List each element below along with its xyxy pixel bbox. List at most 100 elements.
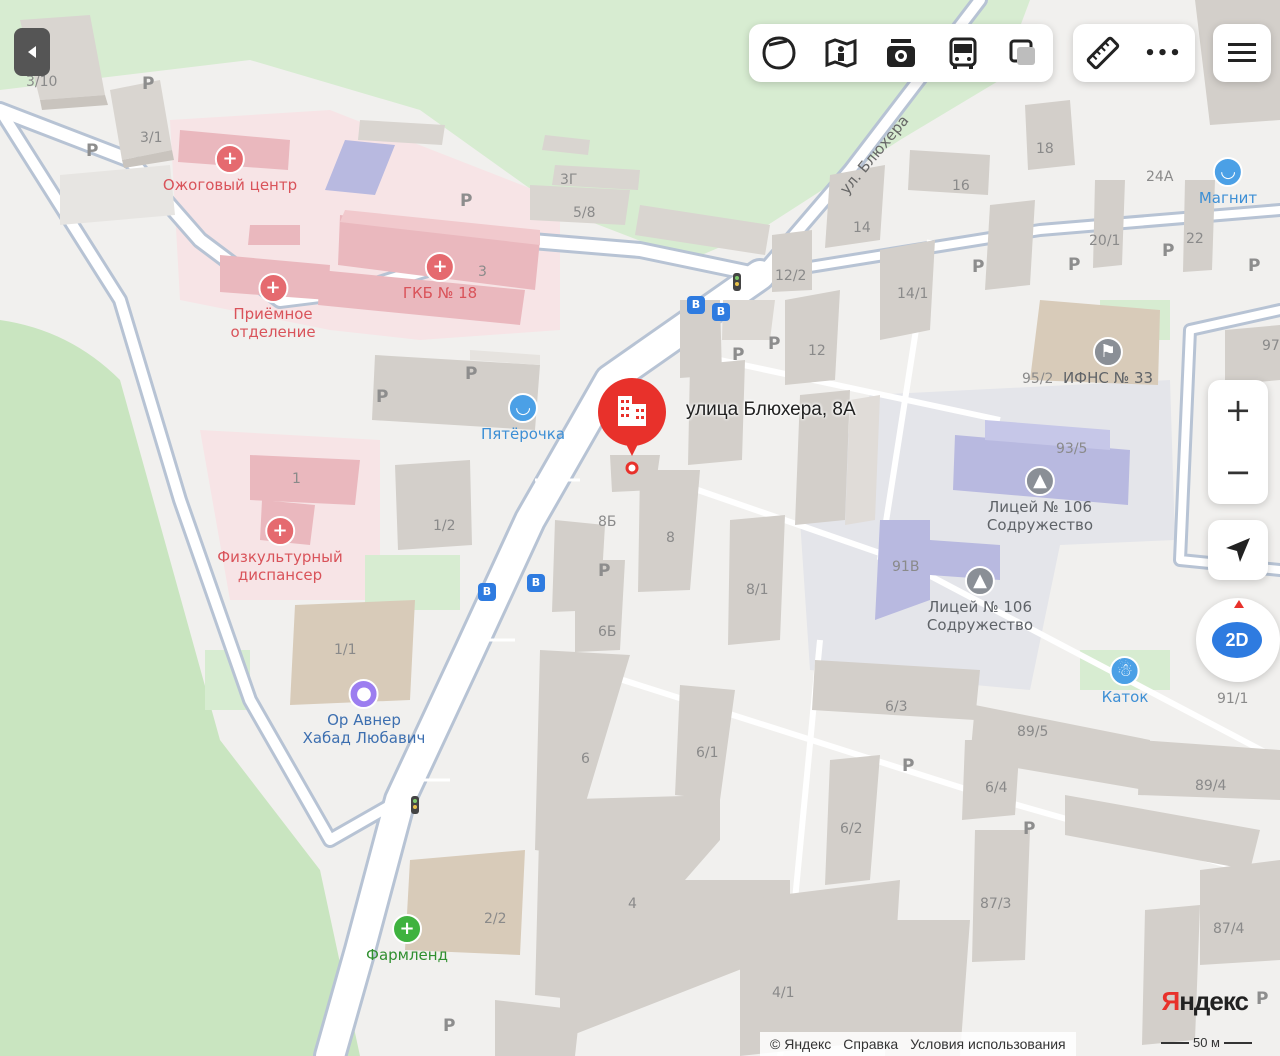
skating-icon: ☃ [1109, 656, 1140, 686]
help-link[interactable]: Справка [843, 1036, 898, 1052]
ruler-button[interactable] [1081, 31, 1125, 75]
bus-stop-icon[interactable]: B [478, 583, 496, 601]
parking-icon[interactable]: P [142, 74, 154, 94]
zoom-in-button[interactable]: + [1210, 382, 1266, 438]
photo-icon [887, 39, 915, 67]
zoom-controls: + − [1208, 380, 1268, 504]
building-number: 8 [666, 530, 675, 546]
parking-icon[interactable]: P [768, 334, 780, 354]
building-number: 1 [292, 471, 301, 487]
yandex-logo[interactable]: Яндекс [1162, 986, 1249, 1017]
panorama-button[interactable] [819, 31, 863, 75]
overlay-button[interactable] [1001, 31, 1045, 75]
parking-icon[interactable]: P [732, 345, 744, 365]
more-icon: ••• [1144, 42, 1182, 64]
building-number: 89/4 [1195, 778, 1227, 794]
poi-lyceum-106-a[interactable]: ▲ Лицей № 106 Содружество [987, 466, 1093, 534]
poi-lyceum-106-b[interactable]: ▲ Лицей № 106 Содружество [927, 566, 1033, 634]
building-number: 8/1 [746, 582, 769, 598]
bus-stop-icon[interactable]: B [712, 303, 730, 321]
overlay-icon [1009, 39, 1035, 65]
pharmacy-icon: + [392, 914, 422, 944]
parking-icon[interactable]: P [443, 1016, 455, 1036]
map-scale: 50 м [1160, 1035, 1252, 1050]
building-number: 14 [853, 220, 871, 236]
parking-icon[interactable]: P [86, 141, 98, 161]
layers-button[interactable] [757, 31, 801, 75]
building-number: 5/8 [573, 205, 596, 221]
building-number: 20/1 [1089, 233, 1121, 249]
poi-katok[interactable]: ☃ Каток [1102, 656, 1148, 706]
parking-icon[interactable]: P [902, 756, 914, 776]
compass[interactable]: 2D [1196, 598, 1280, 682]
poi-hospital[interactable]: + ГКБ № 18 [403, 252, 477, 302]
poi-sport-dispensary[interactable]: + Физкультурный диспансер [217, 516, 343, 584]
building-number: 87/4 [1213, 921, 1245, 937]
map-toolbar [749, 24, 1053, 82]
pin-address-label[interactable]: улица Блюхера, 8А [686, 399, 856, 421]
poi-magnit[interactable]: ◡ Магнит [1199, 157, 1257, 207]
photo-button[interactable] [879, 31, 923, 75]
building-number: 3 [478, 264, 487, 280]
building-number: 6Б [598, 624, 617, 640]
navigation-arrow-icon [1226, 538, 1250, 562]
parking-icon[interactable]: P [1023, 819, 1035, 839]
back-button[interactable] [14, 28, 50, 76]
hospital-icon: + [214, 144, 245, 174]
ruler-icon [1086, 36, 1120, 70]
parking-icon[interactable]: P [465, 364, 477, 384]
building-number: 93/5 [1056, 441, 1088, 457]
building-number: 95/2 [1022, 371, 1054, 387]
my-location-button[interactable] [1208, 520, 1268, 580]
building-number: 24А [1146, 169, 1174, 185]
parking-icon[interactable]: P [598, 561, 610, 581]
poi-pyaterochka[interactable]: ◡ Пятёрочка [481, 393, 565, 443]
hospital-icon: + [425, 252, 455, 282]
map-view[interactable]: ул. Блюхера B B B B 3/10 3/1 3Г 5/8 3 1 … [0, 0, 1280, 1056]
building-number: 6/2 [840, 821, 863, 837]
poi-or-avner[interactable]: ● Ор Авнер Хабад Любавич [303, 679, 425, 747]
terms-link[interactable]: Условия использования [910, 1036, 1065, 1052]
parking-icon[interactable]: P [376, 387, 388, 407]
menu-button[interactable] [1213, 24, 1271, 82]
bus-stop-icon[interactable]: B [687, 296, 705, 314]
building-number: 6/1 [696, 745, 719, 761]
more-button[interactable]: ••• [1141, 31, 1185, 75]
shop-basket-icon: ◡ [1213, 157, 1243, 187]
parking-icon[interactable]: P [1068, 255, 1080, 275]
poi-burn-center[interactable]: + Ожоговый центр [163, 144, 297, 194]
bus-stop-icon[interactable]: B [527, 574, 545, 592]
building-number: 14/1 [897, 286, 929, 302]
transit-button[interactable] [941, 31, 985, 75]
building-number: 16 [952, 178, 970, 194]
building-number: 91/1 [1217, 691, 1249, 707]
poi-farmlend[interactable]: + Фармленд [366, 914, 448, 964]
traffic-light-icon [733, 273, 741, 291]
view-mode-2d-button[interactable]: 2D [1212, 622, 1262, 658]
copyright-link[interactable]: © Яндекс [770, 1036, 831, 1052]
building-number: 91В [892, 559, 920, 575]
hospital-icon: + [258, 273, 288, 303]
poi-ifns[interactable]: ⚑ ИФНС № 33 [1063, 337, 1153, 387]
building-number: 3Г [560, 172, 578, 188]
zoom-out-button[interactable]: − [1210, 444, 1266, 500]
scale-bar [1224, 1041, 1252, 1044]
parking-icon[interactable]: P [1248, 256, 1260, 276]
location-pin-icon[interactable] [594, 378, 670, 478]
building-number: 12 [808, 343, 826, 359]
parking-icon[interactable]: P [460, 191, 472, 211]
traffic-light-icon [411, 796, 419, 814]
hamburger-menu-icon [1228, 43, 1256, 62]
flag-icon: ⚑ [1093, 337, 1123, 367]
parking-icon[interactable]: P [1162, 241, 1174, 261]
building-number: 89/5 [1017, 724, 1049, 740]
panorama-icon [825, 38, 857, 68]
building-number: 3/10 [26, 74, 58, 90]
building-number: 87/3 [980, 896, 1012, 912]
religion-icon: ● [348, 679, 379, 709]
building-number: 8Б [598, 514, 617, 530]
parking-icon[interactable]: P [972, 257, 984, 277]
parking-icon[interactable]: P [1256, 989, 1268, 1009]
building-number: 12/2 [775, 268, 807, 284]
poi-reception[interactable]: + Приёмное отделение [230, 273, 316, 341]
